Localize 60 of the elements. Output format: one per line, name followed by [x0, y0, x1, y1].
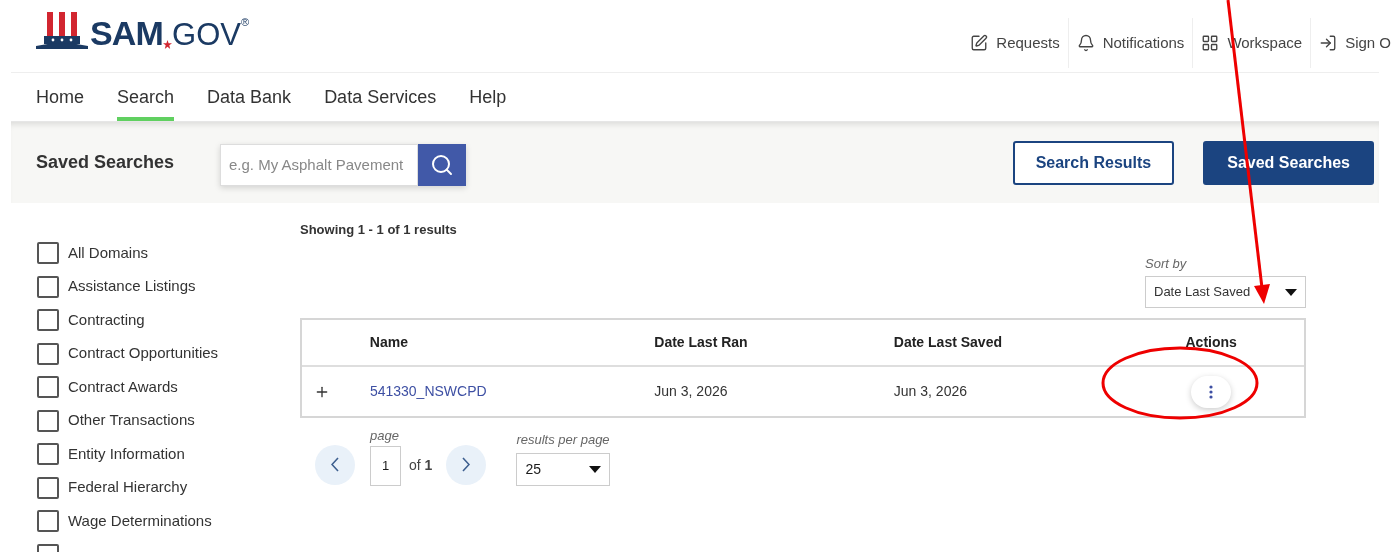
nav-tab[interactable]: Data Bank	[207, 73, 292, 121]
registered-mark: ®	[240, 15, 250, 28]
search-button[interactable]	[418, 143, 466, 186]
more-icon	[1209, 384, 1214, 399]
caret-icon	[589, 465, 602, 473]
column-header: Date Last Saved	[893, 333, 1003, 352]
column-header: Actions	[1184, 333, 1238, 352]
view-button[interactable]: Search Results	[1012, 140, 1175, 185]
nav-tab[interactable]: Data Services	[324, 73, 437, 121]
star-icon	[163, 40, 172, 49]
checkbox[interactable]	[37, 275, 59, 298]
sam-gov-logo[interactable]: SAM GOV®	[36, 12, 250, 50]
column-header: Name	[369, 333, 409, 352]
page-title: Saved Searches	[36, 151, 176, 174]
filter-label: Federal Hierarchy	[68, 477, 188, 498]
checkbox[interactable]	[37, 443, 59, 465]
logo-text: SAM	[90, 16, 163, 50]
chevron-left-icon	[331, 457, 339, 472]
grid-icon	[1201, 34, 1220, 52]
table-cell-text: Jun 3, 2026	[654, 382, 729, 401]
filter-label: Wage Determinations	[68, 510, 212, 531]
filter-label: All Domains	[68, 242, 149, 263]
search-name-link[interactable]: 541330_NSWCPD	[369, 383, 487, 399]
checkbox[interactable]	[37, 510, 59, 532]
page-label: page	[370, 427, 400, 445]
sort-label: Sort by	[1145, 254, 1188, 273]
per-page-select[interactable]: 25	[516, 452, 611, 486]
filter-label: Other Transactions	[68, 410, 195, 431]
header-link[interactable]: Sign O	[1310, 18, 1397, 68]
filter-label: Assistance Listings	[68, 276, 196, 297]
checkbox[interactable]	[37, 409, 59, 432]
results-summary: Showing 1 - 1 of 1 results	[300, 221, 458, 239]
sort-select[interactable]: Date Last Saved	[1145, 276, 1306, 308]
checkbox[interactable]	[37, 476, 59, 499]
table-cell-text: Jun 3, 2026	[893, 382, 968, 401]
filter-label: Contracting	[68, 309, 145, 330]
filter-label: Contract Opportunities	[68, 343, 219, 364]
checkbox[interactable]	[37, 242, 59, 264]
edit-icon	[970, 34, 989, 52]
caret-icon	[1285, 288, 1297, 296]
page-field[interactable]: 1	[370, 445, 401, 486]
chevron-right-icon	[462, 457, 471, 472]
hat-icon	[36, 12, 88, 50]
nav-tab[interactable]: Help	[469, 73, 507, 121]
checkbox[interactable]	[37, 376, 59, 398]
search-field[interactable]: e.g. My Asphalt Pavement	[220, 143, 418, 186]
header-link[interactable]: Notifications	[1067, 18, 1193, 68]
per-page-label: results per page	[516, 431, 611, 449]
search-icon	[430, 152, 454, 177]
filter-label: Contract Awards	[68, 376, 178, 397]
sign-out-icon	[1319, 34, 1338, 52]
page-count: of 1	[409, 456, 433, 475]
checkbox[interactable]	[37, 342, 59, 365]
filter-label: Entity Information	[68, 443, 185, 464]
checkbox[interactable]	[37, 309, 59, 331]
column-header: Date Last Ran	[654, 333, 749, 352]
nav-tab[interactable]: Home	[36, 73, 84, 121]
logo-suffix: GOV	[172, 19, 241, 50]
header-link[interactable]: Requests	[962, 18, 1068, 68]
bell-icon	[1076, 34, 1095, 52]
